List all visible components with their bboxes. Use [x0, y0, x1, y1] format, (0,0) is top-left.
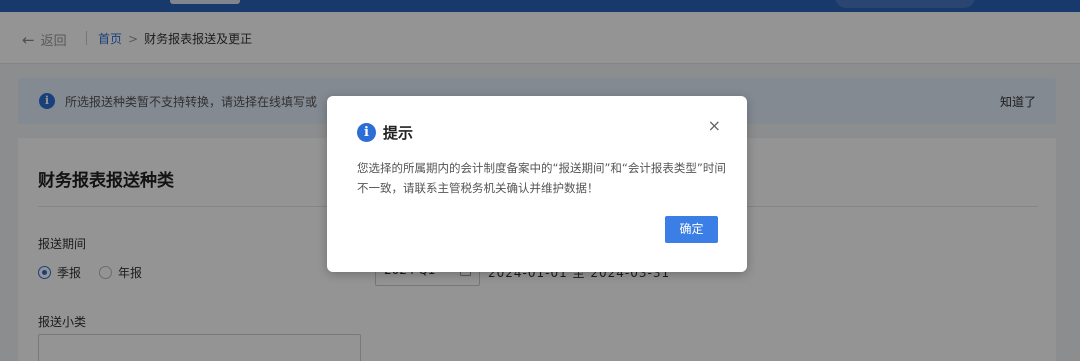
confirm-button[interactable]: 确定	[665, 216, 718, 243]
close-icon[interactable]: ×	[708, 116, 721, 135]
info-icon: i	[357, 123, 376, 142]
alert-dialog: i 提示 × 您选择的所属期内的会计制度备案中的“报送期间”和“会计报表类型”时…	[327, 96, 747, 272]
dialog-message: 您选择的所属期内的会计制度备案中的“报送期间”和“会计报表类型”时间不一致，请联…	[357, 161, 726, 195]
dialog-title: 提示	[383, 124, 414, 142]
